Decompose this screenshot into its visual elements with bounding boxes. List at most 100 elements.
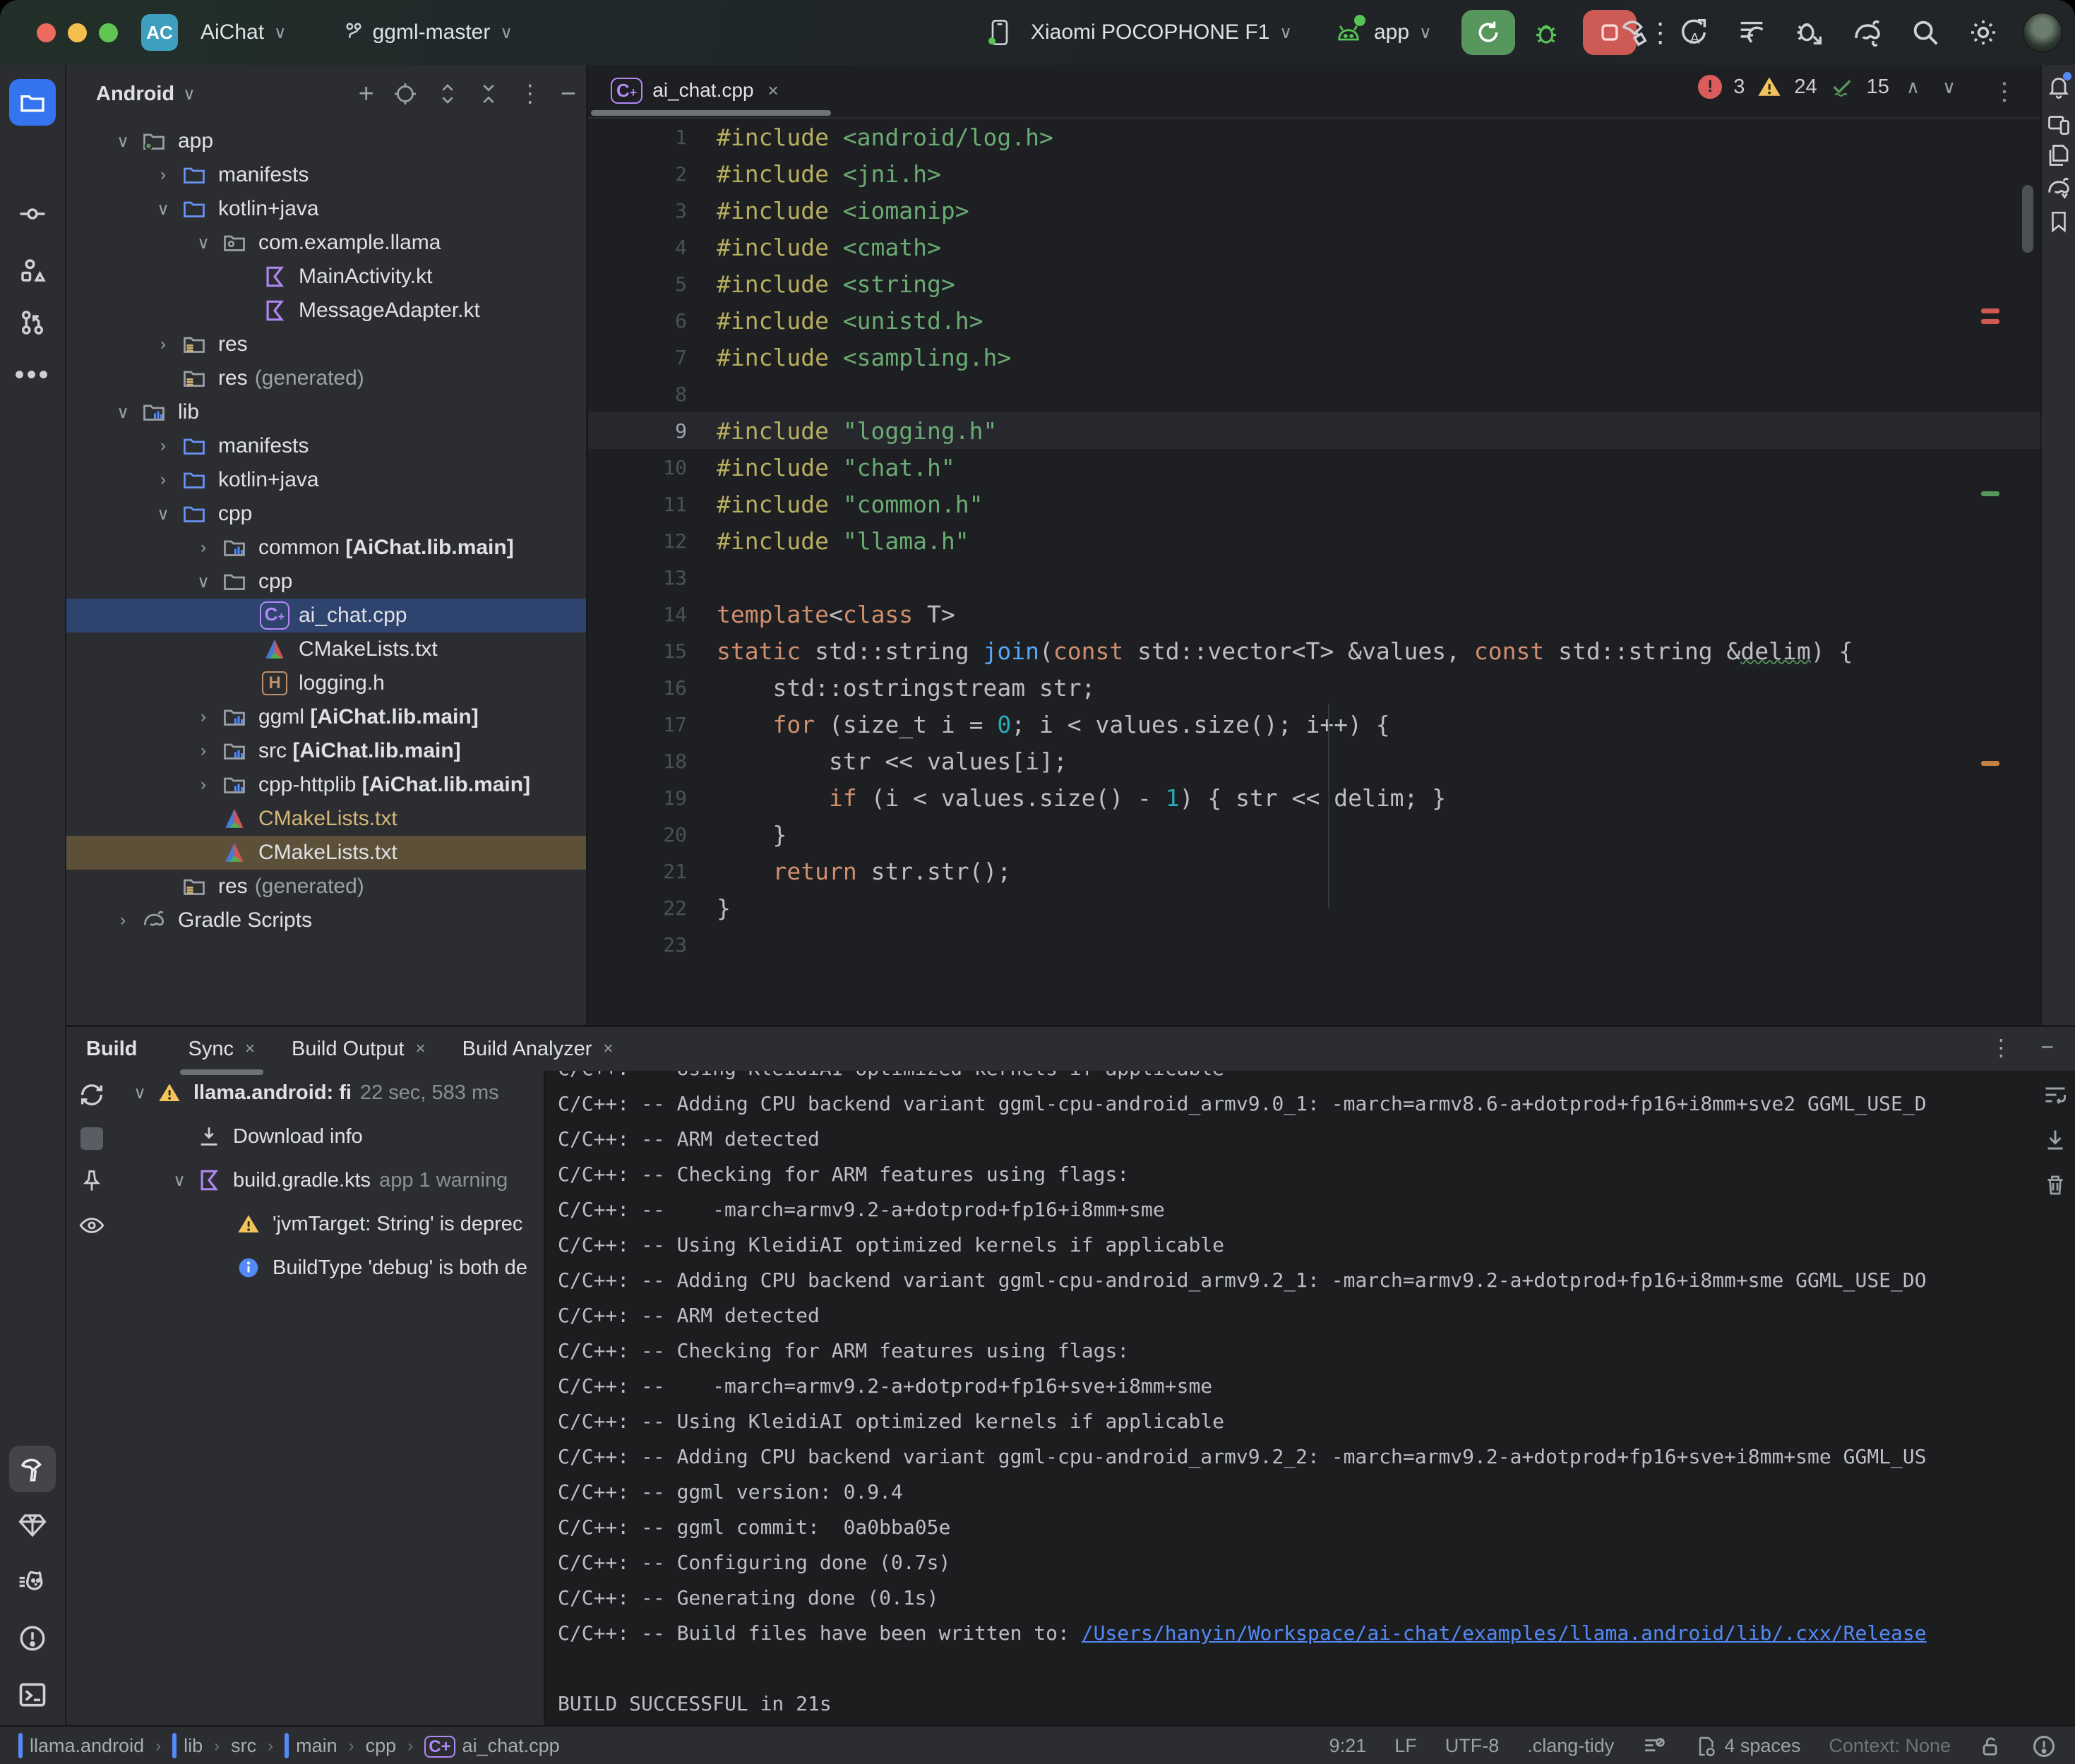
terminal-tool-button[interactable] — [9, 1672, 56, 1718]
build-tab-build-output[interactable]: Build Output× — [273, 1027, 444, 1071]
status-problems-icon[interactable] — [2031, 1734, 2057, 1759]
build-output-path-link[interactable]: /Users/hanyin/Workspace/ai-chat/examples… — [1082, 1621, 1927, 1645]
rerun-button[interactable] — [1461, 10, 1515, 55]
collapse-all-icon[interactable] — [477, 81, 500, 107]
breadcrumb-cpp[interactable]: cpp — [366, 1735, 397, 1757]
tree-item-common[interactable]: ›common [AiChat.lib.main] — [66, 531, 586, 565]
build-tab-sync[interactable]: Sync× — [170, 1027, 274, 1071]
chevron-collapsed-icon[interactable]: › — [107, 911, 138, 930]
build-tree-item[interactable]: 'jvmTarget: String' is deprec — [119, 1202, 542, 1246]
more-tool-windows-button[interactable]: ••• — [9, 352, 56, 398]
close-window-button[interactable] — [37, 23, 56, 42]
chevron-expanded-icon[interactable]: ∨ — [107, 131, 138, 152]
notifications-bell-icon[interactable] — [2043, 71, 2074, 102]
line-ending[interactable]: LF — [1394, 1735, 1417, 1757]
build-console[interactable]: C/C++: -- Using KleidiAI optimized kerne… — [544, 1071, 2075, 1726]
tree-item-cmakelists-txt[interactable]: CMakeLists.txt — [66, 632, 586, 666]
tree-item-cmakelists-txt[interactable]: CMakeLists.txt — [66, 802, 586, 836]
project-view-selector[interactable]: Android — [96, 83, 174, 106]
problems-tool-button[interactable] — [9, 1615, 56, 1662]
formatter-icon[interactable] — [1642, 1734, 1666, 1758]
build-tree-item[interactable]: ∨llama.android: fi22 sec, 583 ms — [119, 1071, 542, 1115]
chevron-expanded-icon[interactable]: ∨ — [188, 233, 219, 253]
scroll-to-end-icon[interactable] — [2043, 1127, 2068, 1153]
next-problem-icon[interactable]: ∨ — [1937, 76, 1961, 98]
stop-build-icon[interactable] — [80, 1127, 103, 1150]
tree-item-res[interactable]: res(generated) — [66, 361, 586, 395]
settings-gear-icon[interactable] — [1965, 14, 2002, 51]
breadcrumb-src[interactable]: src — [231, 1735, 256, 1757]
project-selector[interactable]: AiChat ∨ — [188, 11, 299, 54]
error-stripe-mark[interactable] — [1981, 308, 1999, 313]
tree-item-com-example-llama[interactable]: ∨com.example.llama — [66, 226, 586, 260]
file-encoding[interactable]: UTF-8 — [1445, 1735, 1500, 1757]
add-icon[interactable]: + — [359, 79, 374, 109]
tree-item-app[interactable]: ∨app — [66, 124, 586, 158]
editor-scrollbar[interactable] — [2022, 185, 2033, 253]
expand-all-icon[interactable] — [436, 81, 459, 107]
hide-panel-icon[interactable]: − — [561, 79, 576, 109]
minimize-window-button[interactable] — [68, 23, 87, 42]
profiler-icon[interactable] — [1733, 14, 1770, 51]
debug-button[interactable] — [1528, 14, 1565, 51]
resource-manager-icon[interactable] — [2043, 140, 2074, 171]
tab-list-icon[interactable]: ⋮ — [1992, 78, 2016, 106]
chevron-expanded-icon[interactable]: ∨ — [165, 1170, 193, 1191]
run-config-selector[interactable]: app ∨ — [1368, 11, 1437, 54]
filter-view-eye-icon[interactable] — [78, 1212, 105, 1239]
chevron-expanded-icon[interactable]: ∨ — [188, 572, 219, 592]
chevron-collapsed-icon[interactable]: › — [148, 470, 179, 490]
tree-item-res[interactable]: ›res — [66, 328, 586, 361]
tree-item-cpp[interactable]: ∨cpp — [66, 565, 586, 599]
tab-ai-chat-cpp[interactable]: C+ ai_chat.cpp × — [595, 65, 794, 116]
build-run-hammer-icon[interactable] — [1617, 14, 1654, 51]
tree-item-kotlin-java[interactable]: ∨kotlin+java — [66, 192, 586, 226]
device-manager-icon[interactable] — [2043, 109, 2074, 140]
indent-setting[interactable]: 4 spaces — [1694, 1734, 1800, 1758]
branch-selector[interactable]: ggml-master ∨ — [329, 11, 525, 54]
chevron-expanded-icon[interactable]: ∨ — [148, 199, 179, 220]
avatar[interactable] — [2023, 13, 2062, 52]
build-panel-options-icon[interactable]: ⋮ — [1990, 1034, 2012, 1061]
build-tree-item[interactable]: BuildType 'debug' is both de — [119, 1246, 542, 1290]
attach-debugger-icon[interactable] — [1791, 14, 1828, 51]
chevron-collapsed-icon[interactable]: › — [148, 335, 179, 354]
clang-tidy[interactable]: .clang-tidy — [1527, 1735, 1614, 1757]
tree-item-src[interactable]: ›src [AiChat.lib.main] — [66, 734, 586, 768]
pin-tab-icon[interactable] — [79, 1168, 104, 1194]
commit-tool-button[interactable] — [9, 191, 56, 237]
clear-console-icon[interactable] — [2043, 1172, 2068, 1198]
tree-item-lib[interactable]: ∨lib — [66, 395, 586, 429]
tree-item-res[interactable]: res(generated) — [66, 870, 586, 904]
build-tree-item[interactable]: ∨build.gradle.ktsapp 1 warning — [119, 1158, 542, 1202]
tree-item-cpp[interactable]: ∨cpp — [66, 497, 586, 531]
chevron-expanded-icon[interactable]: ∨ — [148, 504, 179, 524]
soft-wrap-icon[interactable] — [2043, 1082, 2068, 1108]
breadcrumb-llama-android[interactable]: llama.android — [18, 1735, 144, 1757]
apply-changes-icon[interactable]: A — [1675, 14, 1712, 51]
tree-item-gradle-scripts[interactable]: ›Gradle Scripts — [66, 904, 586, 937]
project-tool-button[interactable] — [9, 79, 56, 126]
build-tool-button[interactable] — [9, 1446, 56, 1492]
tree-item-kotlin-java[interactable]: ›kotlin+java — [66, 463, 586, 497]
caret-position[interactable]: 9:21 — [1329, 1735, 1367, 1757]
gradle-sync-icon[interactable] — [1849, 14, 1886, 51]
build-tree-item[interactable]: Download info — [119, 1115, 542, 1158]
ai-context[interactable]: Context: None — [1829, 1735, 1951, 1757]
chevron-collapsed-icon[interactable]: › — [188, 538, 219, 558]
pull-requests-tool-button[interactable] — [9, 299, 56, 346]
chevron-expanded-icon[interactable]: ∨ — [107, 402, 138, 423]
prev-problem-icon[interactable]: ∧ — [1901, 76, 1925, 98]
close-tab-icon[interactable]: × — [768, 80, 779, 102]
locate-file-icon[interactable] — [393, 81, 418, 107]
structure-tool-button[interactable] — [9, 247, 56, 294]
breadcrumb-ai-chat-cpp[interactable]: C+ai_chat.cpp — [424, 1735, 559, 1757]
chevron-collapsed-icon[interactable]: › — [188, 707, 219, 727]
breadcrumb-lib[interactable]: lib — [172, 1735, 203, 1757]
search-icon[interactable] — [1907, 14, 1944, 51]
logcat-tool-button[interactable] — [9, 1559, 56, 1605]
lock-icon[interactable] — [1979, 1734, 2003, 1758]
tree-item-logging-h[interactable]: Hlogging.h — [66, 666, 586, 700]
tree-item-manifests[interactable]: ›manifests — [66, 429, 586, 463]
tree-item-ggml[interactable]: ›ggml [AiChat.lib.main] — [66, 700, 586, 734]
